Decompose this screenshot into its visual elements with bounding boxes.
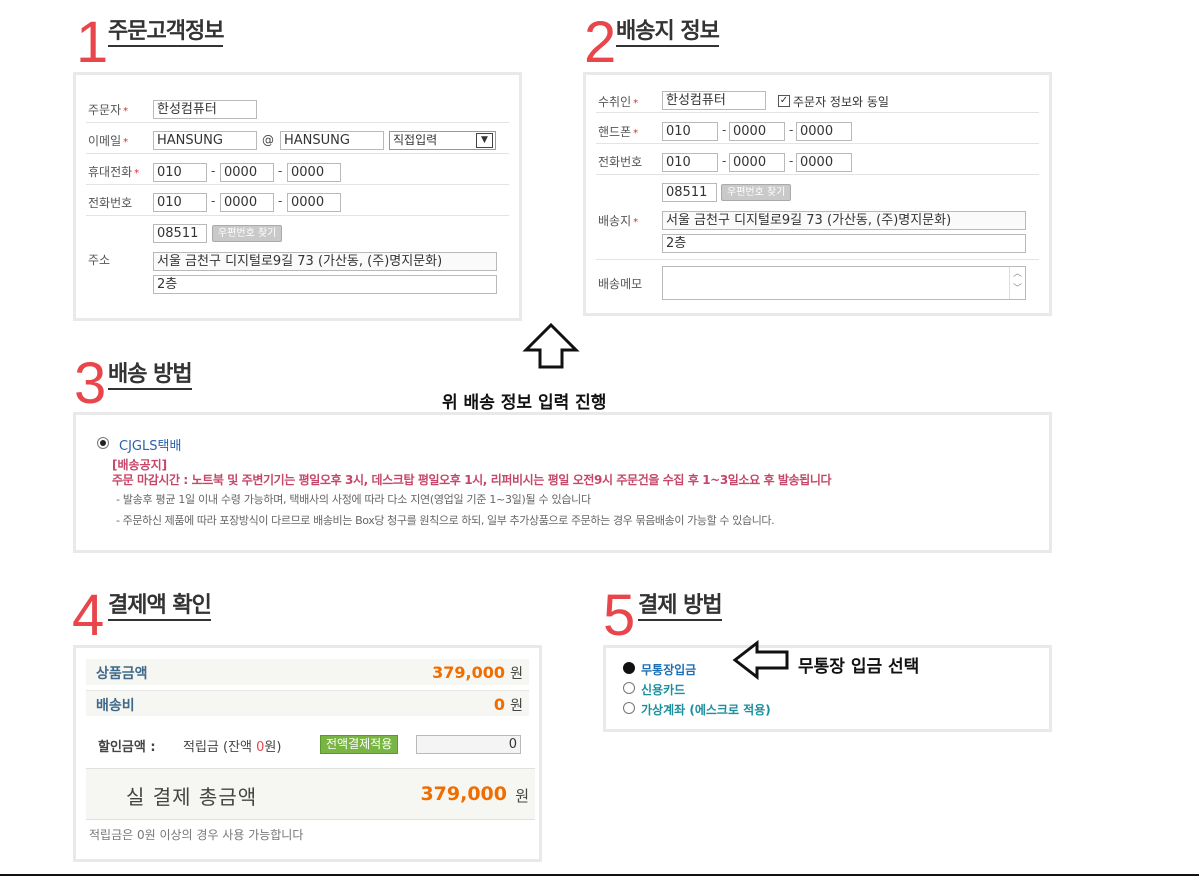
annotation-proceed-shipping: 위 배송 정보 입력 진행 (442, 393, 607, 413)
section-title-shipping-info: 배송지 정보 (616, 20, 720, 47)
email-at-sign: @ (262, 133, 274, 147)
orderer-label: 주문자 (88, 103, 122, 117)
receiver-zipcode-search-button[interactable]: 우편번호 찾기 (721, 184, 792, 201)
email-id-input[interactable]: HANSUNG (153, 131, 257, 150)
same-as-orderer-label: 주문자 정보와 동일 (793, 95, 889, 109)
discount-row: 할인금액 : 적립금 (잔액 0원) 전액결제적용 0 (86, 728, 535, 766)
goods-amount-row: 상품금액 379,000 원 (86, 659, 529, 685)
payment-option-card-radio[interactable] (623, 682, 635, 694)
bottom-divider (0, 874, 1199, 876)
section-title-payment-method: 결제 방법 (638, 594, 723, 621)
same-as-orderer-checkbox[interactable]: ✓ (778, 95, 790, 107)
shipping-info-panel: 수취인 * 한성컴퓨터 ✓ 주문자 정보와 동일 핸드폰 * 010 - 0000 … (583, 72, 1052, 316)
payment-option-bank-label[interactable]: 무통장입금 (641, 661, 696, 678)
points-usage-note: 적립금은 0원 이상의 경우 사용 가능합니다 (89, 828, 304, 842)
phone-label: 전화번호 (88, 196, 133, 210)
chevron-down-icon: ▼ (476, 133, 493, 148)
shipping-fee-label: 배송비 (96, 698, 135, 714)
payment-option-virtual-account-label[interactable]: 가상계좌 (에스크로 적용) (641, 701, 771, 718)
orderer-name-input[interactable]: 한성컴퓨터 (153, 100, 257, 119)
chevron-up-icon[interactable]: ︿ (1013, 269, 1022, 279)
section-title-shipping-method: 배송 방법 (108, 363, 193, 390)
zipcode-input[interactable]: 08511 (153, 224, 207, 243)
apply-all-points-button[interactable]: 전액결제적용 (320, 735, 399, 754)
shipping-memo-label: 배송메모 (598, 277, 643, 291)
email-label: 이메일 (88, 134, 122, 148)
textarea-scrollbar[interactable]: ︿ ﹀ (1009, 267, 1025, 299)
discount-label: 할인금액 : (98, 740, 156, 755)
mobile-part1-input[interactable]: 010 (153, 163, 207, 182)
zipcode-search-button[interactable]: 우편번호 찾기 (212, 225, 283, 242)
receiver-address2-input[interactable]: 2층 (662, 234, 1026, 253)
section-number-1: 1 (76, 10, 109, 75)
shipping-fee-value: 0 (493, 695, 505, 714)
phone-part1-input[interactable]: 010 (153, 193, 207, 212)
shipping-memo-row: 배송메모 ︿ ﹀ (596, 261, 1039, 311)
payment-amount-panel: 상품금액 379,000 원 배송비 0 원 할인금액 : 적립금 (잔액 0원… (73, 645, 542, 862)
points-amount-input[interactable]: 0 (416, 735, 521, 754)
receiver-mobile-part2-input[interactable]: 0000 (729, 122, 785, 141)
receiver-address1-input[interactable]: 서울 금천구 디지털로9길 73 (가산동, (주)명지문화) (662, 211, 1026, 230)
receiver-zipcode-input[interactable]: 08511 (662, 183, 717, 202)
up-arrow-icon (522, 322, 580, 369)
receiver-label: 수취인 (598, 95, 632, 109)
mobile-label: 휴대전화 (88, 165, 133, 179)
shipping-fee-row: 배송비 0 원 (86, 690, 529, 716)
shipping-memo-textarea[interactable]: ︿ ﹀ (662, 266, 1026, 300)
payment-option-bank-radio[interactable] (623, 662, 635, 674)
section-number-2: 2 (584, 10, 617, 75)
receiver-address-label: 배송지 (598, 214, 632, 228)
total-row: 실 결제 총금액 379,000 원 (86, 768, 535, 820)
shipping-option-radio[interactable] (97, 437, 109, 449)
chevron-down-icon[interactable]: ﹀ (1013, 284, 1022, 294)
receiver-phone-part1-input[interactable]: 010 (662, 153, 718, 172)
email-domain-input[interactable]: HANSUNG (280, 131, 384, 150)
shipping-notice-line2: - 주문하신 제품에 따라 포장방식이 다르므로 배송비는 Box당 청구를 원… (116, 514, 775, 527)
address-label: 주소 (88, 253, 111, 267)
phone-part3-input[interactable]: 0000 (287, 193, 341, 212)
goods-amount-label: 상품금액 (96, 666, 148, 682)
mobile-part3-input[interactable]: 0000 (287, 163, 341, 182)
annotation-select-bank-transfer: 무통장 입금 선택 (798, 657, 920, 677)
receiver-mobile-part1-input[interactable]: 010 (662, 122, 718, 141)
receiver-mobile-label: 핸드폰 (598, 125, 632, 139)
section-number-5: 5 (603, 583, 636, 648)
total-value: 379,000 (420, 783, 507, 805)
goods-amount-value: 379,000 (432, 663, 505, 682)
receiver-mobile-part3-input[interactable]: 0000 (796, 122, 852, 141)
shipping-notice-main: 주문 마감시간 : 노트북 및 주변기기는 평일오후 3시, 데스크탑 평일오후… (112, 473, 832, 487)
phone-part2-input[interactable]: 0000 (220, 193, 274, 212)
phone-row: 전화번호 010 - 0000 - 0000 (86, 186, 509, 216)
section-number-4: 4 (72, 583, 105, 648)
section-title-payment-amount: 결제액 확인 (108, 594, 212, 621)
points-balance-text: 적립금 (잔액 0원) (183, 740, 282, 755)
receiver-mobile-row: 핸드폰 * 010 - 0000 - 0000 (596, 114, 1039, 144)
shipping-option-label: CJGLS택배 (119, 439, 182, 454)
orderer-row: 주문자 * 한성컴퓨터 (86, 91, 509, 123)
address1-input[interactable]: 서울 금천구 디지털로9길 73 (가산동, (주)명지문화) (153, 252, 497, 271)
shipping-notice-line1: - 발송후 평균 1일 이내 수령 가능하며, 택배사의 사정에 따라 다소 지… (116, 493, 591, 506)
address2-input[interactable]: 2층 (153, 275, 497, 294)
mobile-part2-input[interactable]: 0000 (220, 163, 274, 182)
payment-option-card-label[interactable]: 신용카드 (641, 681, 685, 698)
total-label: 실 결제 총금액 (126, 785, 258, 809)
section-title-orderer-info: 주문고객정보 (108, 20, 224, 47)
receiver-phone-part3-input[interactable]: 0000 (796, 153, 852, 172)
left-arrow-icon (732, 640, 789, 680)
receiver-phone-part2-input[interactable]: 0000 (729, 153, 785, 172)
receiver-name-input[interactable]: 한성컴퓨터 (662, 91, 766, 110)
orderer-info-panel: 주문자 * 한성컴퓨터 이메일 * HANSUNG @ HANSUNG 직접입력 ▼… (73, 72, 522, 321)
receiver-address-row: 배송지 * 08511 우편번호 찾기 서울 금천구 디지털로9길 73 (가산동… (596, 176, 1039, 260)
email-domain-select[interactable]: 직접입력 ▼ (389, 131, 496, 150)
payment-option-virtual-account-radio[interactable] (623, 702, 635, 714)
receiver-row: 수취인 * 한성컴퓨터 ✓ 주문자 정보와 동일 (596, 83, 1039, 113)
mobile-row: 휴대전화 * 010 - 0000 - 0000 (86, 155, 509, 185)
receiver-phone-label: 전화번호 (598, 155, 643, 169)
section-number-3: 3 (74, 351, 107, 416)
address-block: 주소 08511 우편번호 찾기 서울 금천구 디지털로9길 73 (가산동, … (86, 217, 513, 297)
email-row: 이메일 * HANSUNG @ HANSUNG 직접입력 ▼ (86, 124, 509, 154)
shipping-method-panel: CJGLS택배 [배송공지] 주문 마감시간 : 노트북 및 주변기기는 평일오… (73, 412, 1052, 553)
receiver-phone-row: 전화번호 010 - 0000 - 0000 (596, 145, 1039, 175)
